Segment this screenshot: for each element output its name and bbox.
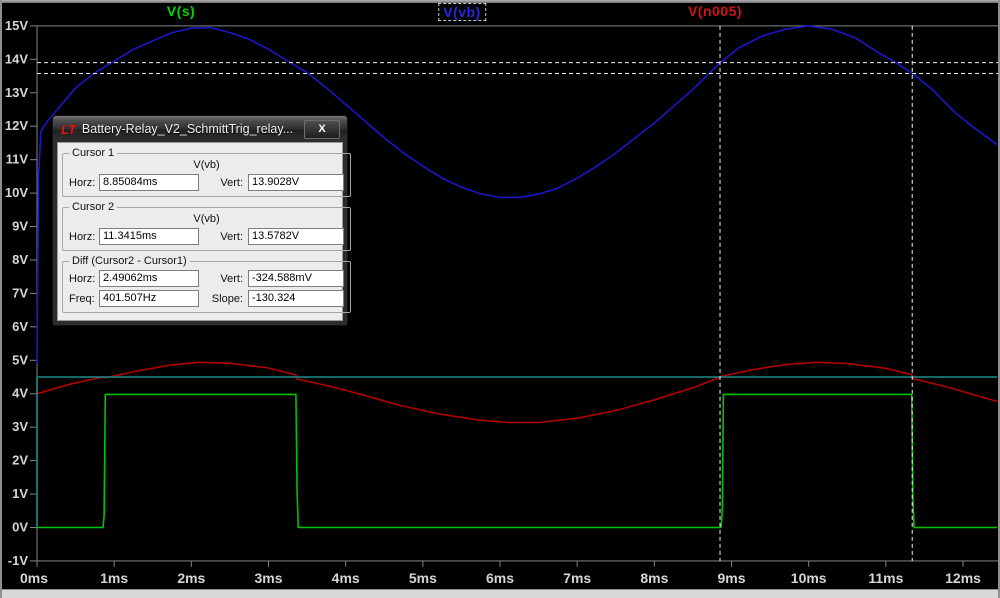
y-tick-label: 10V [5,185,28,200]
cursor1-vert-label: Vert: [220,176,243,189]
y-tick-label: 5V [12,352,28,367]
cursor1-horz-label: Horz: [69,176,96,189]
x-tick-label: 3ms [254,570,282,586]
y-tick-label: 9V [12,219,28,234]
cursor1-trace-name: V(vb) [193,159,220,171]
trace-threshold[interactable] [36,376,997,528]
cursor2-horz-field[interactable]: 11.3415ms [99,228,199,245]
diff-freq-label: Freq: [69,292,95,305]
y-tick-label: 7V [12,285,28,300]
y-tick-label: 1V [12,486,28,501]
cursor2-horz-label: Horz: [69,230,96,243]
x-tick-label: 5ms [409,570,437,586]
window-left-edge [0,0,2,598]
ltspice-waveform-window: 15V 14V 13V 12V 11V 10V 9V 8V 7V 6V 5V 4V 3V 2V 1V 0V -1… [0,0,1000,598]
dialog-body: Cursor 1 V(vb) Horz: 8.85084ms Vert: 13.… [57,142,351,321]
legend-item-vs[interactable]: V(s) [163,3,199,19]
window-top-edge [0,0,1000,3]
cursor1-vert-field[interactable]: 13.9028V [248,174,344,191]
dialog-titlebar[interactable]: LT Battery-Relay_V2_SchmittTrig_relay...… [53,116,347,142]
diff-group: Diff (Cursor2 - Cursor1) Horz: 2.49062ms… [62,255,351,313]
trace-vn005[interactable] [36,361,998,424]
cursor2-group-label: Cursor 2 [72,201,115,213]
close-icon[interactable]: X [304,120,340,139]
x-tick-label: 10ms [791,570,827,586]
x-tick-label: 9ms [718,570,746,586]
cursor1-group-label: Cursor 1 [72,147,115,159]
diff-vert-label: Vert: [220,272,243,285]
y-tick-label: 2V [12,453,28,468]
y-tick-label: 3V [12,419,28,434]
x-tick-label: 4ms [332,570,360,586]
y-tick-label: 0V [12,520,28,535]
cursor2-vert-field[interactable]: 13.5782V [248,228,344,245]
diff-horz-field[interactable]: 2.49062ms [99,270,199,287]
y-tick-label: 6V [12,319,28,334]
x-tick-label: 12ms [945,570,981,586]
y-tick-label: 8V [12,252,28,267]
window-bottom-edge[interactable] [0,589,1000,598]
diff-horz-label: Horz: [69,272,96,285]
x-tick-label: 8ms [640,570,668,586]
diff-vert-field[interactable]: -324.588mV [248,270,344,287]
x-tick-label: 0ms [20,570,48,586]
legend-item-vn005[interactable]: V(n005) [684,3,746,19]
diff-slope-field[interactable]: -130.324 [248,290,344,307]
x-tick-label: 7ms [563,570,591,586]
x-tick-label: 1ms [100,570,128,586]
y-tick-label: 4V [12,386,28,401]
y-tick-label: 13V [5,85,28,100]
x-tick-label: 6ms [486,570,514,586]
diff-freq-field[interactable]: 401.507Hz [99,290,199,307]
dialog-title: Battery-Relay_V2_SchmittTrig_relay... [81,122,294,136]
cursor2-vert-label: Vert: [220,230,243,243]
cursor-dialog[interactable]: LT Battery-Relay_V2_SchmittTrig_relay...… [52,115,351,326]
y-tick-label: 15V [5,18,28,33]
y-tick-label: -1V [8,553,29,568]
trace-vs[interactable] [37,393,997,529]
x-tick-label: 2ms [177,570,205,586]
diff-slope-label: Slope: [211,292,243,305]
diff-group-label: Diff (Cursor2 - Cursor1) [72,255,187,267]
ltspice-icon: LT [61,121,76,137]
x-tick-label: 11ms [868,570,903,586]
y-tick-label: 12V [5,118,28,133]
y-tick-label: 14V [5,51,28,66]
legend-item-vvb[interactable]: V(vb) [438,3,486,21]
cursor2-group: Cursor 2 V(vb) Horz: 11.3415ms Vert: 13.… [62,201,351,251]
cursor1-horz-field[interactable]: 8.85084ms [99,174,199,191]
cursor1-group: Cursor 1 V(vb) Horz: 8.85084ms Vert: 13.… [62,147,351,197]
y-tick-label: 11V [6,152,29,167]
cursor2-trace-name: V(vb) [193,213,220,225]
